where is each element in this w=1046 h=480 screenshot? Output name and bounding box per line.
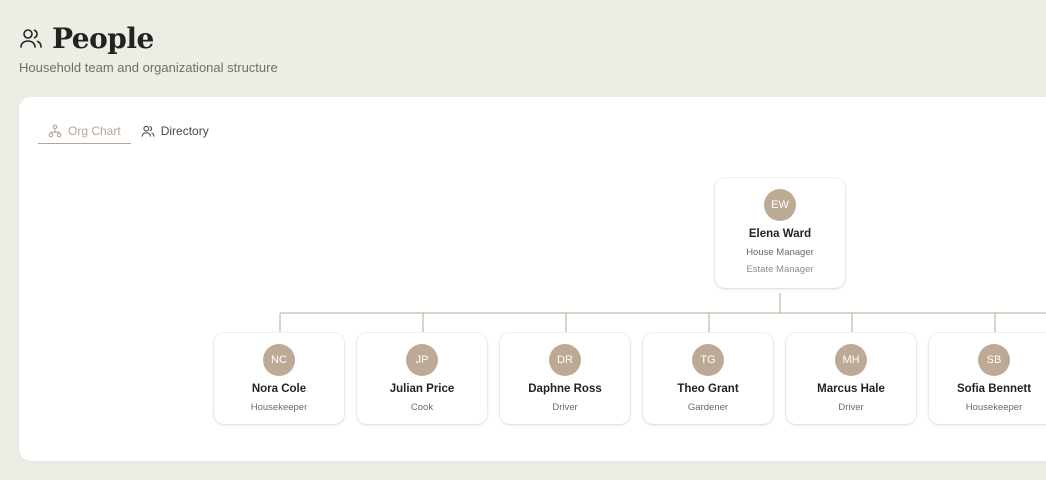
org-chart: EW Elena Ward House Manager Estate Manag… xyxy=(19,97,1046,461)
person-role: Driver xyxy=(552,402,578,413)
person-role: Housekeeper xyxy=(965,402,1023,413)
avatar: SB xyxy=(978,344,1010,376)
person-card[interactable]: TG Theo Grant Gardener xyxy=(643,333,773,424)
person-name: Daphne Ross xyxy=(528,383,602,395)
person-card[interactable]: DR Daphne Ross Driver xyxy=(500,333,630,424)
person-role: Cook xyxy=(410,402,434,413)
page-header: People Household team and organizational… xyxy=(19,20,278,76)
person-name: Sofia Bennett xyxy=(956,383,1032,395)
avatar: EW xyxy=(764,189,796,221)
org-card: Org Chart Directory EW Elena Ward House … xyxy=(19,97,1046,461)
avatar: DR xyxy=(549,344,581,376)
person-card[interactable]: NC Nora Cole Housekeeper xyxy=(214,333,344,424)
avatar: JP xyxy=(406,344,438,376)
person-role: Housekeeper xyxy=(250,402,308,413)
page-title: People xyxy=(52,21,154,55)
person-role: Driver xyxy=(838,402,864,413)
page-subtitle: Household team and organizational struct… xyxy=(19,60,278,75)
person-name: Theo Grant xyxy=(677,383,739,395)
person-name: Nora Cole xyxy=(251,383,307,395)
person-card[interactable]: MH Marcus Hale Driver xyxy=(786,333,916,424)
person-role: House Manager xyxy=(746,247,814,258)
person-card[interactable]: SB Sofia Bennett Housekeeper xyxy=(929,333,1046,424)
person-role: Gardener xyxy=(687,402,729,413)
avatar: MH xyxy=(835,344,867,376)
person-card-root[interactable]: EW Elena Ward House Manager Estate Manag… xyxy=(715,178,845,288)
person-name: Julian Price xyxy=(389,383,455,395)
users-icon xyxy=(19,26,43,50)
person-card[interactable]: JP Julian Price Cook xyxy=(357,333,487,424)
person-name: Elena Ward xyxy=(748,228,812,240)
avatar: NC xyxy=(263,344,295,376)
person-name: Marcus Hale xyxy=(817,383,885,395)
person-department: Estate Manager xyxy=(746,264,814,275)
avatar: TG xyxy=(692,344,724,376)
